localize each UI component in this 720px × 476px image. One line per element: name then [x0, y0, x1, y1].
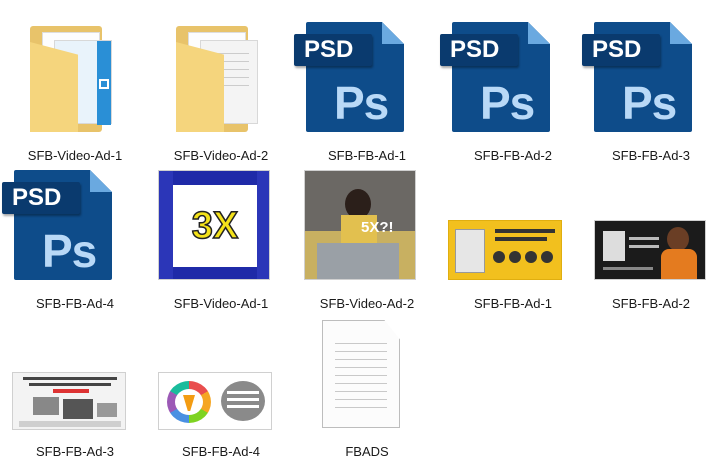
image-thumbnail	[148, 316, 294, 442]
file-label: SFB-Video-Ad-1	[27, 148, 123, 163]
file-label: SFB-FB-Ad-2	[611, 296, 690, 311]
file-item-sfb-fb-ad-1-psd[interactable]: PSD Ps SFB-FB-Ad-1	[294, 20, 440, 170]
file-item-sfb-fb-ad-2-image[interactable]: SFB-FB-Ad-2	[582, 168, 720, 318]
file-item-sfb-fb-ad-4-psd[interactable]: PSD Ps SFB-FB-Ad-4	[2, 168, 148, 318]
file-label: SFB-FB-Ad-1	[473, 296, 552, 311]
file-item-sfb-fb-ad-1-image[interactable]: SFB-FB-Ad-1	[440, 168, 586, 318]
file-label: SFB-Video-Ad-2	[319, 296, 415, 311]
file-item-sfb-fb-ad-2-psd[interactable]: PSD Ps SFB-FB-Ad-2	[440, 20, 586, 170]
file-item-sfb-video-ad-1-image[interactable]: 3X SFB-Video-Ad-1	[148, 168, 294, 318]
file-label: SFB-FB-Ad-4	[35, 296, 114, 311]
thumb-text-5x: 5X?!	[361, 219, 394, 236]
photoshop-file-icon: PSD Ps	[294, 20, 440, 146]
image-thumbnail: 5X?!	[294, 168, 440, 294]
file-item-sfb-fb-ad-4-image[interactable]: SFB-FB-Ad-4	[148, 316, 294, 466]
photoshop-file-icon: PSD Ps	[582, 20, 720, 146]
file-item-fbads-document[interactable]: FBADS	[294, 316, 440, 466]
photoshop-file-icon: PSD Ps	[2, 168, 148, 294]
file-label: SFB-FB-Ad-3	[611, 148, 690, 163]
image-thumbnail	[2, 316, 148, 442]
file-label: SFB-FB-Ad-1	[327, 148, 406, 163]
file-label: SFB-FB-Ad-4	[181, 444, 260, 459]
image-thumbnail: 3X	[148, 168, 294, 294]
file-item-sfb-fb-ad-3-psd[interactable]: PSD Ps SFB-FB-Ad-3	[582, 20, 720, 170]
file-label: SFB-FB-Ad-2	[473, 148, 552, 163]
file-item-sfb-video-ad-2-image[interactable]: 5X?! SFB-Video-Ad-2	[294, 168, 440, 318]
file-label: FBADS	[345, 444, 389, 459]
file-item-sfb-video-ad-1-folder[interactable]: SFB-Video-Ad-1	[2, 20, 148, 170]
text-document-icon	[294, 316, 440, 442]
folder-icon	[2, 20, 148, 146]
photoshop-file-icon: PSD Ps	[440, 20, 586, 146]
image-thumbnail	[440, 168, 586, 294]
thumb-text-3x: 3X	[191, 204, 239, 248]
folder-icon	[148, 20, 294, 146]
file-label: SFB-Video-Ad-2	[173, 148, 269, 163]
file-item-sfb-video-ad-2-folder[interactable]: SFB-Video-Ad-2	[148, 20, 294, 170]
file-label: SFB-FB-Ad-3	[35, 444, 114, 459]
file-label: SFB-Video-Ad-1	[173, 296, 269, 311]
image-thumbnail	[582, 168, 720, 294]
file-item-sfb-fb-ad-3-image[interactable]: SFB-FB-Ad-3	[2, 316, 148, 466]
